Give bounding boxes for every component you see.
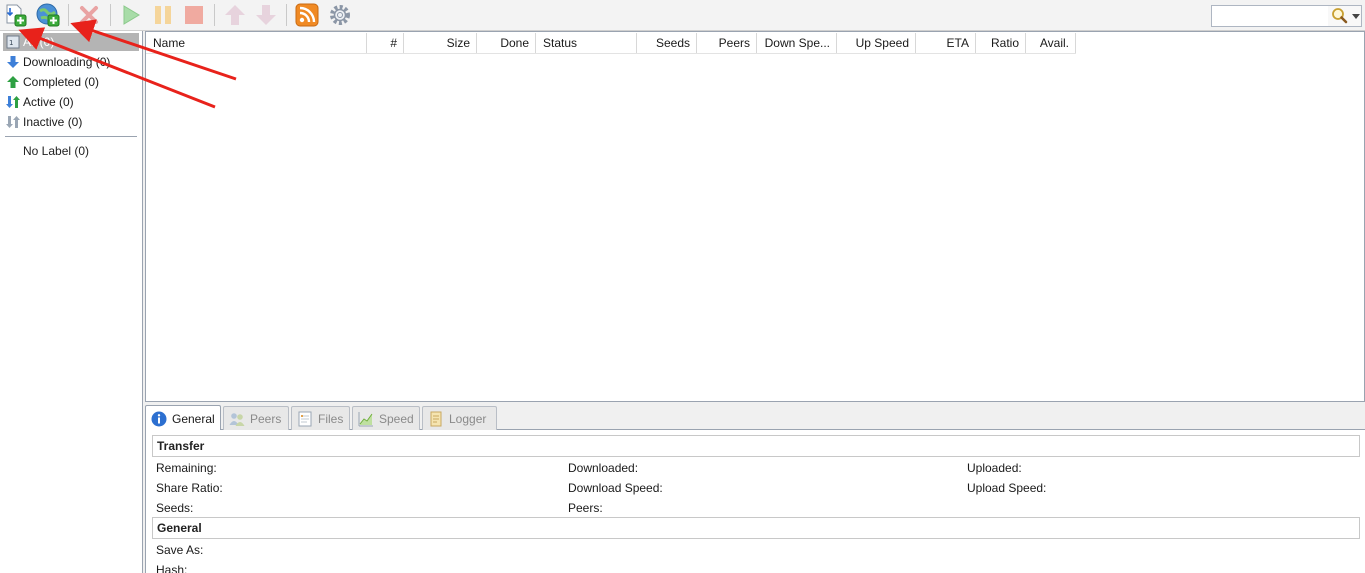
annotation-arrow (18, 27, 216, 109)
annotation-arrows (18, 19, 237, 109)
annotation-arrow (70, 19, 237, 81)
